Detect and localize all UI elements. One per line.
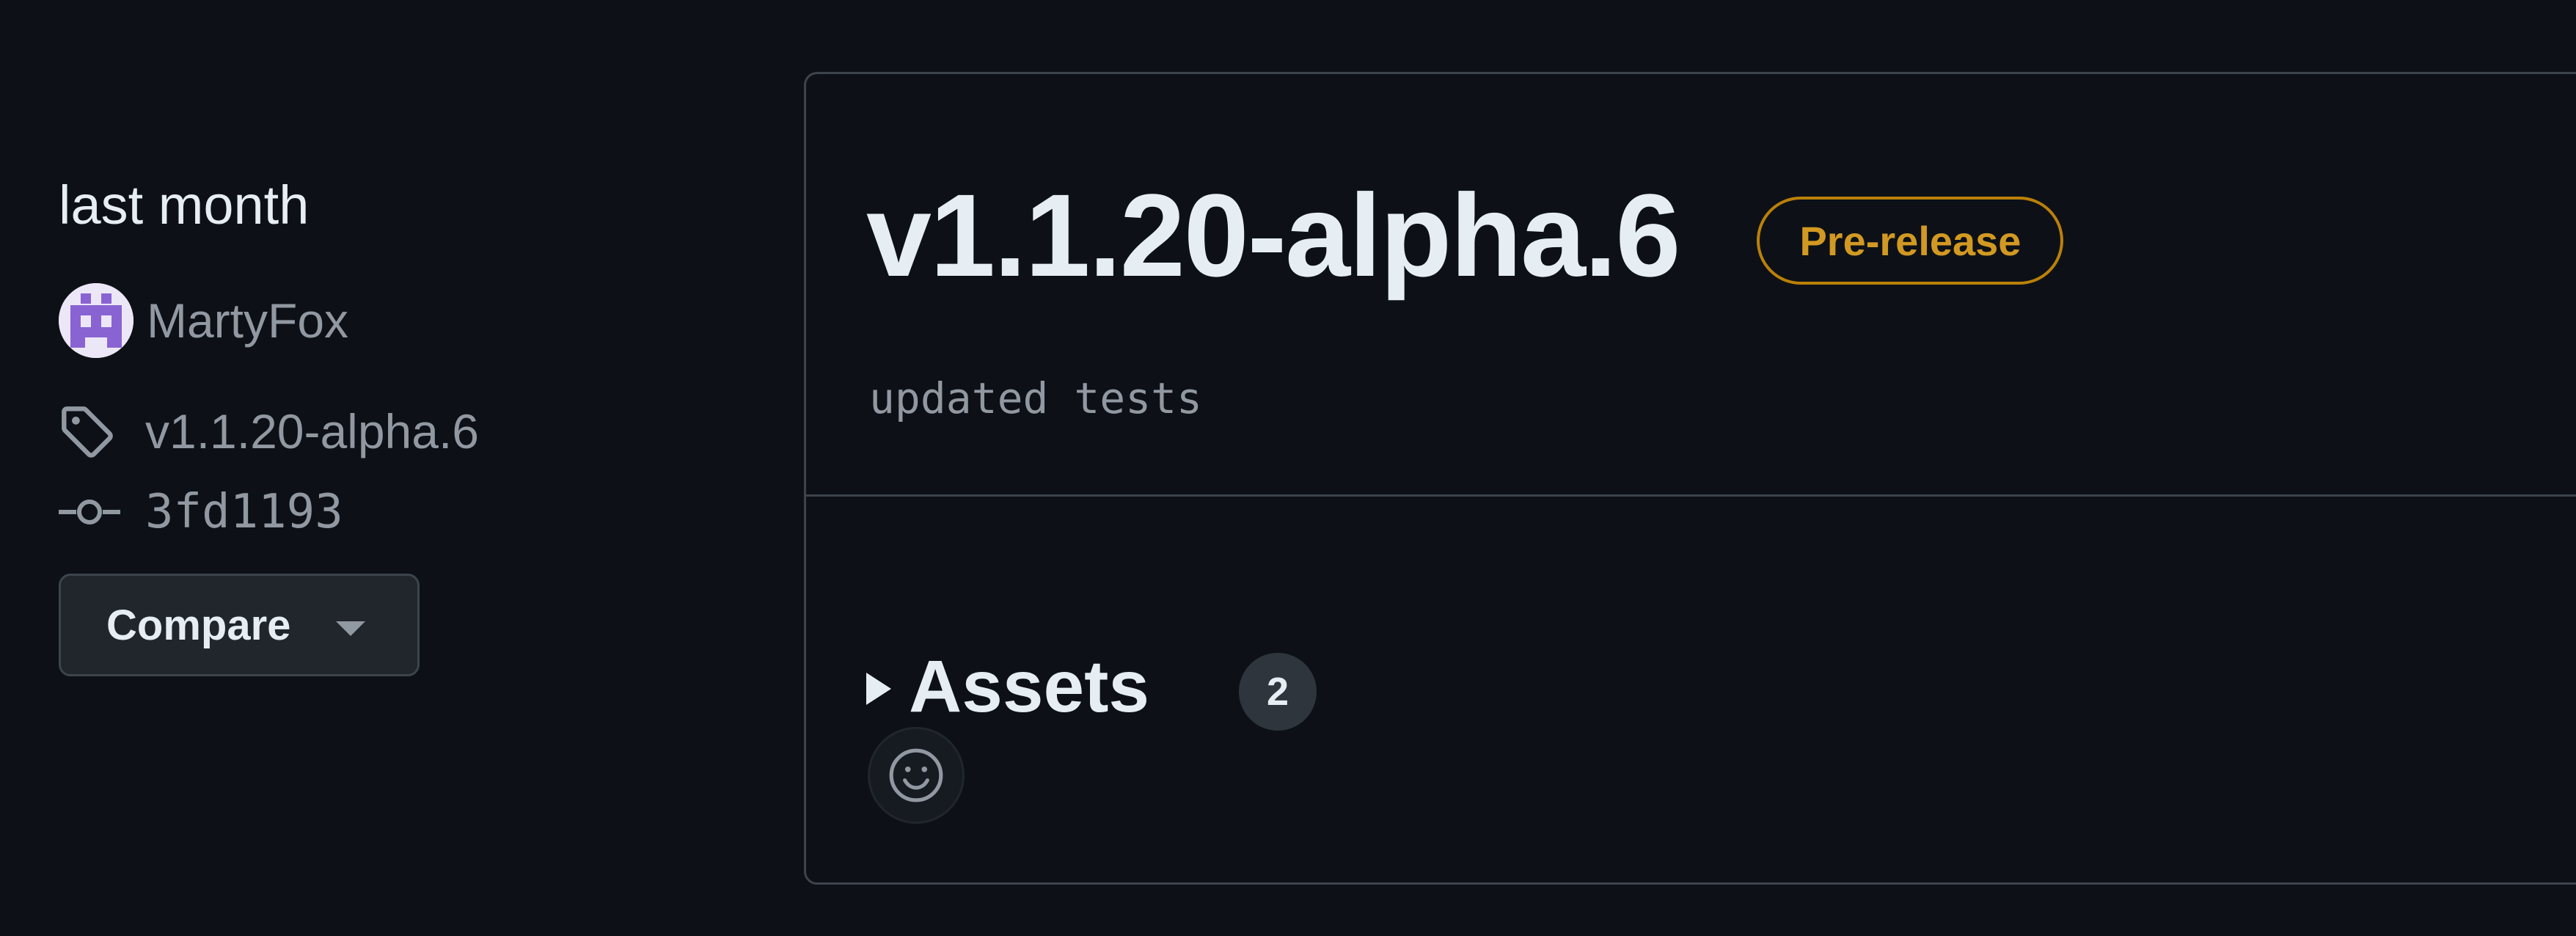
release-notes: updated tests (869, 373, 1202, 423)
smiley-icon (889, 748, 943, 802)
compare-button[interactable]: Compare (59, 574, 420, 676)
identicon-avatar-icon (59, 283, 133, 358)
author-row[interactable]: MartyFox (59, 283, 348, 358)
git-commit-icon (59, 475, 132, 549)
commit-sha[interactable]: 3fd1193 (145, 475, 343, 549)
release-header: v1.1.20-alpha.6 Pre-release (866, 169, 2064, 301)
divider (806, 494, 2576, 497)
avatar[interactable] (59, 283, 133, 358)
author-name[interactable]: MartyFox (147, 284, 348, 357)
commit-row[interactable]: 3fd1193 (59, 475, 343, 549)
compare-label: Compare (106, 601, 291, 649)
release-card: v1.1.20-alpha.6 Pre-release updated test… (804, 72, 2576, 885)
tag-row[interactable]: v1.1.20-alpha.6 (59, 395, 479, 468)
triangle-right-icon (866, 673, 891, 705)
assets-count-badge: 2 (1238, 653, 1317, 731)
assets-toggle[interactable]: Assets 2 (866, 639, 1317, 734)
assets-label: Assets (909, 646, 1149, 728)
chevron-down-icon (336, 621, 366, 636)
tag-name[interactable]: v1.1.20-alpha.6 (145, 395, 479, 468)
prerelease-badge: Pre-release (1757, 197, 2064, 285)
release-time[interactable]: last month (59, 169, 309, 242)
tag-icon (59, 395, 132, 468)
add-reaction-button[interactable] (868, 727, 965, 824)
release-title[interactable]: v1.1.20-alpha.6 (866, 169, 1680, 301)
